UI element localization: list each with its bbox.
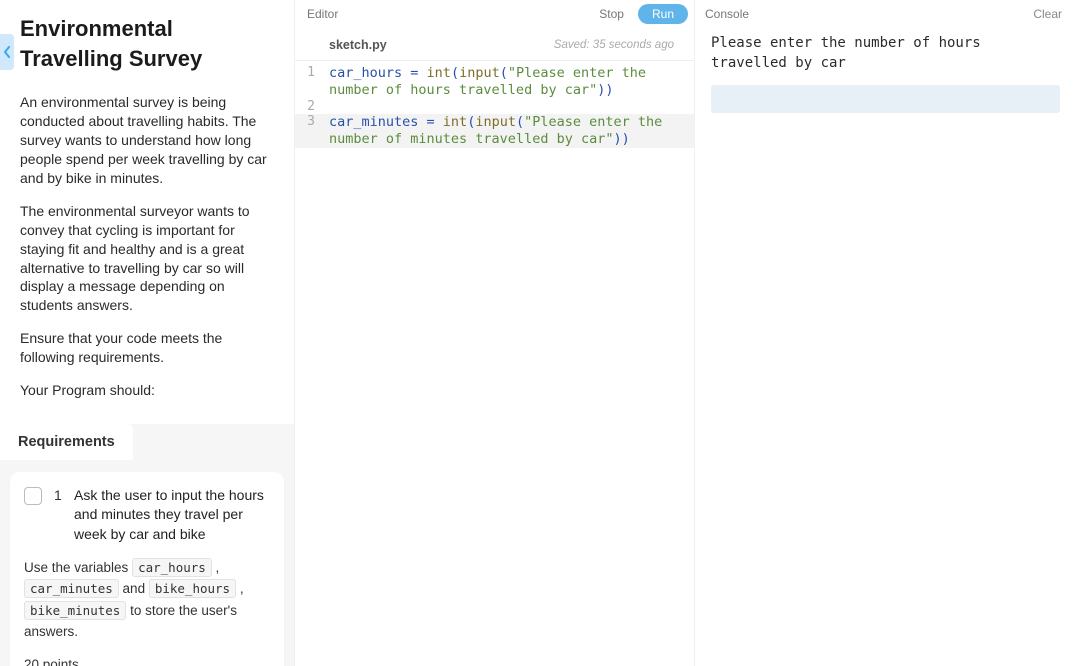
code-line-2[interactable]: 2 bbox=[295, 99, 694, 114]
token-paren: )) bbox=[597, 82, 613, 98]
requirement-checkbox-1[interactable] bbox=[24, 487, 42, 505]
code-chip-car-hours: car_hours bbox=[132, 558, 212, 577]
token-builtin: input bbox=[475, 114, 516, 130]
stop-button[interactable]: Stop bbox=[593, 5, 630, 23]
line-number: 3 bbox=[295, 114, 323, 129]
token-paren: ( bbox=[516, 114, 524, 130]
token-paren: )) bbox=[613, 131, 629, 147]
token-var: car_minutes bbox=[329, 114, 418, 130]
collapse-sidebar-button[interactable] bbox=[0, 34, 14, 70]
token-var: car_hours bbox=[329, 65, 402, 81]
text: , bbox=[236, 581, 244, 596]
token-op: = bbox=[418, 114, 442, 130]
editor-panel: Editor Stop Run sketch.py Saved: 35 seco… bbox=[295, 0, 695, 666]
token-builtin: int bbox=[443, 114, 467, 130]
page-title: Environmental Travelling Survey bbox=[20, 14, 272, 73]
instructions-para-3: Ensure that your code meets the followin… bbox=[20, 329, 272, 367]
token-op: = bbox=[402, 65, 426, 81]
requirements-list: 1 Ask the user to input the hours and mi… bbox=[0, 460, 294, 666]
console-label: Console bbox=[699, 5, 755, 23]
instructions-para-1: An environmental survey is being conduct… bbox=[20, 93, 272, 187]
line-number: 2 bbox=[295, 99, 323, 114]
filename-label: sketch.py bbox=[329, 38, 387, 52]
code-chip-car-minutes: car_minutes bbox=[24, 579, 119, 598]
requirement-card-1: 1 Ask the user to input the hours and mi… bbox=[10, 472, 284, 666]
requirement-description: Use the variables car_hours , car_minute… bbox=[24, 557, 270, 643]
instructions-para-4: Your Program should: bbox=[20, 381, 272, 400]
code-chip-bike-minutes: bike_minutes bbox=[24, 601, 126, 620]
text: Use the variables bbox=[24, 560, 132, 575]
requirement-text: Ask the user to input the hours and minu… bbox=[74, 486, 270, 545]
instructions-para-2: The environmental surveyor wants to conv… bbox=[20, 202, 272, 315]
requirement-number: 1 bbox=[54, 487, 62, 503]
file-bar: sketch.py Saved: 35 seconds ago bbox=[295, 28, 694, 61]
console-input[interactable] bbox=[711, 85, 1060, 113]
console-output: Please enter the number of hours travell… bbox=[699, 28, 1068, 83]
console-panel: Console Clear Please enter the number of… bbox=[695, 0, 1080, 666]
line-number: 1 bbox=[295, 65, 323, 80]
tab-requirements[interactable]: Requirements bbox=[0, 424, 133, 460]
code-line-1[interactable]: 1 car_hours = int(input("Please enter th… bbox=[295, 65, 694, 99]
editor-label: Editor bbox=[301, 5, 344, 23]
code-chip-bike-hours: bike_hours bbox=[149, 579, 236, 598]
editor-toolbar: Editor Stop Run bbox=[295, 0, 694, 28]
token-builtin: input bbox=[459, 65, 500, 81]
text: and bbox=[119, 581, 149, 596]
saved-status: Saved: 35 seconds ago bbox=[554, 39, 674, 51]
instructions-panel: Environmental Travelling Survey An envir… bbox=[0, 0, 295, 666]
console-toolbar: Console Clear bbox=[699, 0, 1068, 28]
token-paren: ( bbox=[451, 65, 459, 81]
clear-button[interactable]: Clear bbox=[1027, 5, 1068, 23]
text: , bbox=[212, 560, 220, 575]
token-builtin: int bbox=[427, 65, 451, 81]
token-paren: ( bbox=[500, 65, 508, 81]
run-button[interactable]: Run bbox=[638, 4, 688, 24]
code-line-3[interactable]: 3 car_minutes = int(input("Please enter … bbox=[295, 114, 694, 148]
code-editor[interactable]: 1 car_hours = int(input("Please enter th… bbox=[295, 61, 694, 666]
requirement-points: 20 points bbox=[24, 657, 270, 666]
chevron-left-icon bbox=[3, 46, 11, 58]
